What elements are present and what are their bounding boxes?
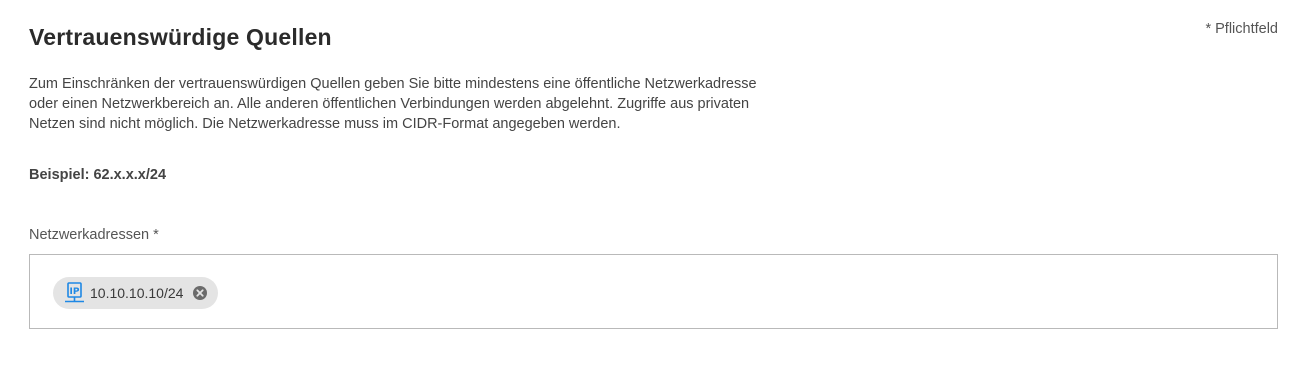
- ip-network-icon: IP: [64, 282, 85, 304]
- trusted-sources-section: Vertrauenswürdige Quellen * Pflichtfeld …: [29, 0, 1278, 378]
- close-circle-icon[interactable]: [192, 285, 208, 301]
- network-address-tag: IP 10.10.10.10/24: [53, 277, 219, 309]
- network-addresses-label: Netzwerkadressen *: [29, 227, 159, 243]
- svg-text:IP: IP: [70, 287, 80, 297]
- network-address-tag-label: 10.10.10.10/24: [90, 285, 184, 301]
- example-text: Beispiel: 62.x.x.x/24: [29, 167, 167, 183]
- section-title: Vertrauenswürdige Quellen: [29, 24, 332, 50]
- section-description: Zum Einschränken der vertrauenswürdigen …: [29, 76, 757, 132]
- required-field-note: * Pflichtfeld: [1205, 21, 1278, 37]
- network-addresses-input[interactable]: IP 10.10.10.10/24: [29, 254, 1278, 329]
